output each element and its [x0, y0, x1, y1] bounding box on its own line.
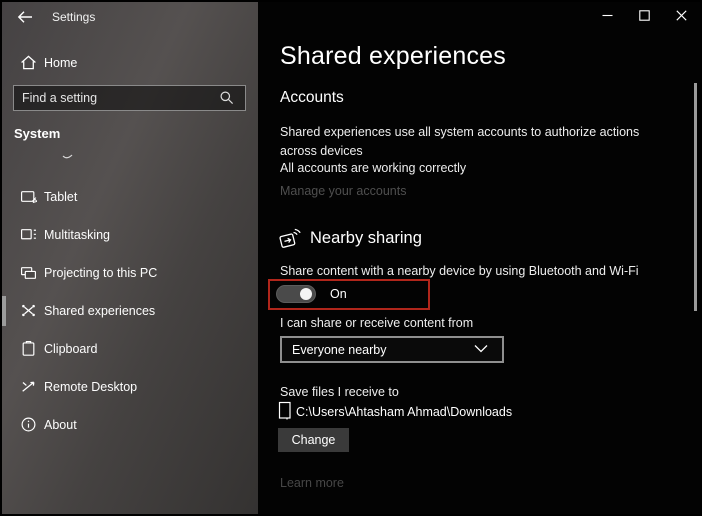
tablet-icon [20, 188, 37, 205]
nearby-sharing-description: Share content with a nearby device by us… [280, 264, 639, 278]
accounts-heading: Accounts [280, 89, 344, 107]
share-from-label: I can share or receive content from [280, 316, 473, 330]
back-arrow-icon [16, 8, 34, 26]
settings-window: Settings Home System [0, 0, 702, 516]
search-box [13, 85, 246, 111]
search-input[interactable] [14, 91, 219, 105]
app-title: Settings [52, 10, 95, 24]
sidebar-item-projecting[interactable]: Projecting to this PC [2, 254, 258, 292]
share-scope-dropdown[interactable]: Everyone nearby [280, 336, 504, 363]
toggle-state-label: On [330, 287, 347, 301]
sidebar-item-clipboard[interactable]: Clipboard [2, 330, 258, 368]
sidebar-item-label: Home [44, 56, 77, 70]
projecting-icon [20, 264, 37, 281]
sidebar-item-label: Projecting to this PC [44, 266, 157, 280]
about-icon [20, 416, 37, 433]
minimize-icon [602, 10, 613, 21]
sidebar-section-system: System [14, 126, 60, 141]
vertical-scrollbar[interactable] [694, 83, 697, 311]
nearby-sharing-toggle[interactable] [276, 285, 316, 303]
sidebar-item-label: About [44, 418, 77, 432]
folder-document-icon [278, 401, 292, 420]
nearby-sharing-title: Nearby sharing [310, 229, 422, 248]
sidebar-item-about[interactable]: About [2, 406, 258, 444]
accounts-description: Shared experiences use all system accoun… [280, 123, 642, 161]
sidebar-item-label: Shared experiences [44, 304, 155, 318]
toggle-knob [300, 288, 312, 300]
sidebar-item-label: Remote Desktop [44, 380, 137, 394]
learn-more-link[interactable]: Learn more [280, 476, 344, 490]
maximize-button[interactable] [636, 7, 653, 24]
sidebar-item-multitasking[interactable]: Multitasking [2, 216, 258, 254]
chevron-down-icon [474, 344, 496, 356]
sidebar-item-label: Clipboard [44, 342, 98, 356]
sidebar-item-shared-experiences[interactable]: Shared experiences [2, 292, 258, 330]
remote-desktop-icon [20, 378, 37, 395]
close-icon [676, 10, 687, 21]
multitasking-icon [20, 226, 37, 243]
sidebar-item-label: Multitasking [44, 228, 110, 242]
main-pane: Shared experiences Accounts Shared exper… [258, 2, 700, 514]
nearby-sharing-heading: Nearby sharing [278, 226, 422, 250]
close-button[interactable] [673, 7, 690, 24]
minimize-button[interactable] [599, 7, 616, 24]
save-path-value: C:\Users\Ahtasham Ahmad\Downloads [296, 405, 512, 419]
shared-experiences-icon [20, 302, 37, 319]
nearby-sharing-icon [278, 226, 302, 250]
partial-scrolled-icon [62, 152, 76, 162]
dropdown-selected-value: Everyone nearby [282, 343, 474, 357]
sidebar-item-label: Tablet [44, 190, 77, 204]
save-files-label: Save files I receive to [280, 385, 399, 399]
back-button[interactable] [16, 8, 34, 26]
sidebar: Settings Home System [2, 2, 258, 514]
accounts-status: All accounts are working correctly [280, 161, 466, 175]
sidebar-item-remote-desktop[interactable]: Remote Desktop [2, 368, 258, 406]
manage-accounts-link[interactable]: Manage your accounts [280, 184, 406, 198]
sidebar-item-tablet[interactable]: Tablet [2, 178, 258, 216]
maximize-icon [639, 10, 650, 21]
home-icon [20, 54, 37, 71]
selection-indicator [2, 296, 6, 326]
clipboard-icon [20, 340, 37, 357]
sidebar-item-home[interactable]: Home [2, 50, 258, 78]
page-title: Shared experiences [280, 42, 506, 71]
search-icon[interactable] [219, 90, 241, 106]
change-button[interactable]: Change [278, 428, 349, 452]
